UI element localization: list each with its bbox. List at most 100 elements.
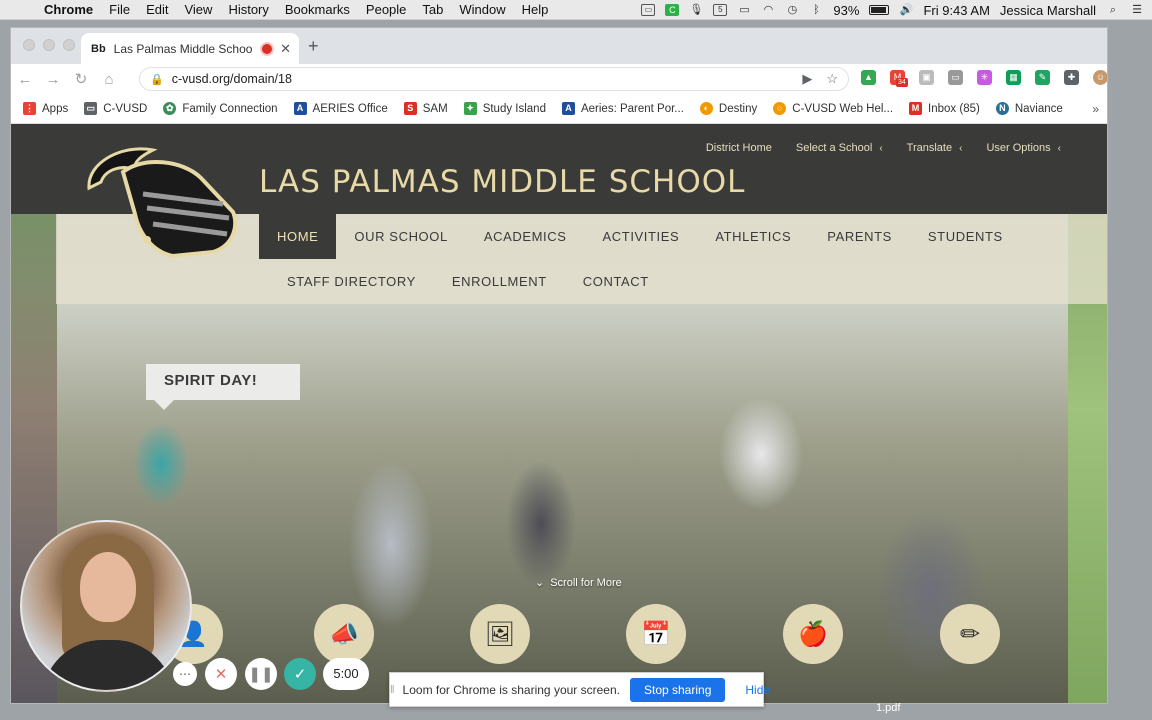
bookmark-study-island[interactable]: ✦ Study Island [463, 102, 546, 115]
school-title[interactable]: LAS PALMAS MIDDLE SCHOOL [259, 164, 745, 200]
menu-history[interactable]: History [220, 2, 276, 17]
main-nav-row-2: STAFF DIRECTORY ENROLLMENT CONTACT [269, 259, 667, 304]
bookmark-label: SAM [422, 102, 448, 115]
bookmark-sam[interactable]: S SAM [403, 102, 448, 115]
loom-camera-bubble[interactable] [20, 520, 192, 692]
menu-people[interactable]: People [358, 2, 414, 17]
bookmark-aeries-parent[interactable]: A Aeries: Parent Por... [561, 102, 684, 115]
cast-extension-icon[interactable]: ▭ [948, 70, 963, 85]
notification-center-icon[interactable]: ☰ [1130, 4, 1144, 16]
bookmark-inbox[interactable]: M Inbox (85) [909, 102, 980, 115]
extensions-puzzle-icon[interactable]: ✚ [1064, 70, 1079, 85]
district-home-link[interactable]: District Home [706, 142, 772, 154]
time-machine-icon[interactable]: ◷ [785, 4, 799, 16]
menu-window[interactable]: Window [451, 2, 513, 17]
nav-athletics[interactable]: ATHLETICS [697, 214, 809, 259]
calendar-quicklink-icon[interactable]: 📅 [626, 604, 686, 664]
wifi-icon[interactable]: ◠ [761, 4, 775, 16]
loom-extension-icon[interactable]: ✳ [977, 70, 992, 85]
nav-enrollment[interactable]: ENROLLMENT [434, 259, 565, 304]
microphone-icon[interactable]: 🎙 [689, 4, 703, 16]
gallery-quicklink-icon[interactable]: 🖼 [470, 604, 530, 664]
shield-5-icon[interactable]: 5 [713, 4, 728, 16]
web-help-icon: ○ [773, 102, 787, 115]
menu-clock[interactable]: Fri 9:43 AM [923, 3, 989, 18]
volume-icon[interactable]: 🔊 [899, 4, 914, 16]
loom-cancel-icon[interactable]: ✕ [205, 658, 237, 690]
bookmark-c-vusd[interactable]: ▭ C-VUSD [84, 102, 147, 115]
knight-helmet-logo[interactable] [83, 142, 241, 260]
menu-tab[interactable]: Tab [414, 2, 451, 17]
nav-contact[interactable]: CONTACT [565, 259, 667, 304]
menu-help[interactable]: Help [514, 2, 557, 17]
back-icon[interactable]: ← [11, 71, 39, 88]
drag-handle-icon[interactable]: ‖ [390, 684, 395, 696]
chevron-left-icon: ‹ [959, 143, 963, 154]
google-drive-icon[interactable]: ▲ [861, 70, 876, 85]
gmail-extension-icon[interactable]: M 34 [890, 70, 908, 87]
nav-academics[interactable]: ACADEMICS [466, 214, 585, 259]
announcements-megaphone-icon[interactable]: 📣 [314, 604, 374, 664]
scroll-for-more-button[interactable]: ⌄ Scroll for More [535, 576, 622, 590]
nav-home[interactable]: HOME [259, 214, 337, 259]
loom-finish-check-icon[interactable]: ✓ [284, 658, 316, 690]
bookmark-naviance[interactable]: N Naviance [995, 102, 1063, 115]
menu-app-name[interactable]: Chrome [36, 2, 101, 17]
bookmark-destiny[interactable]: ◐ Destiny [699, 102, 757, 115]
nav-students[interactable]: STUDENTS [910, 214, 1021, 259]
new-tab-button[interactable]: + [308, 36, 319, 57]
apple-staff-quicklink-icon[interactable]: 🍎 [783, 604, 843, 664]
close-tab-icon[interactable]: ✕ [280, 41, 291, 57]
nav-staff-directory[interactable]: STAFF DIRECTORY [269, 259, 434, 304]
nav-parents[interactable]: PARENTS [809, 214, 910, 259]
translate-menu[interactable]: Translate ‹ [907, 142, 963, 154]
classroom-extension-icon-2[interactable]: ✎ [1035, 70, 1050, 85]
close-window-icon[interactable] [23, 39, 35, 51]
bookmark-aeries-office[interactable]: A AERIES Office [293, 102, 388, 115]
bookmark-family-connection[interactable]: ✿ Family Connection [163, 102, 278, 115]
bookmark-star-icon[interactable]: ☆ [826, 71, 838, 87]
select-school-menu[interactable]: Select a School ‹ [796, 142, 883, 154]
menu-view[interactable]: View [176, 2, 220, 17]
bookmark-web-help[interactable]: ○ C-VUSD Web Hel... [773, 102, 893, 115]
bluetooth-icon[interactable]: ᛒ [809, 4, 823, 16]
battery-icon[interactable] [869, 5, 890, 15]
active-tab[interactable]: Bb Las Palmas Middle Schoo ✕ [81, 33, 299, 64]
nav-our-school[interactable]: OUR SCHOOL [336, 214, 465, 259]
loom-pause-icon[interactable]: ❚❚ [245, 658, 277, 690]
bookmarks-bar: ⋮ Apps ▭ C-VUSD ✿ Family Connection A AERIES… [11, 94, 1107, 124]
profile-avatar[interactable]: ☺ [1093, 70, 1107, 85]
nav-activities[interactable]: ACTIVITIES [585, 214, 698, 259]
home-icon[interactable]: ⌂ [95, 71, 123, 88]
bookmark-apps[interactable]: ⋮ Apps [23, 102, 68, 115]
camera-blocked-icon[interactable]: ▶ [802, 71, 812, 87]
user-options-menu[interactable]: User Options ‹ [986, 142, 1061, 154]
stop-sharing-button[interactable]: Stop sharing [629, 677, 726, 702]
classroom-extension-icon[interactable]: C [665, 4, 680, 16]
globe-icon: ✿ [163, 102, 177, 115]
pencil-quicklink-icon[interactable]: ✏ [940, 604, 1000, 664]
extensions-row: ▲ M34 ▣ ▭ ✳ ▦ ✎ ✚ ☺ ⋮ [861, 70, 1107, 87]
menu-bookmarks[interactable]: Bookmarks [277, 2, 358, 17]
reload-icon[interactable]: ↻ [67, 70, 95, 88]
gmail-badge: 34 [896, 78, 908, 87]
loom-more-options-icon[interactable]: ⋯ [173, 662, 197, 686]
scroll-for-more-label: Scroll for More [550, 576, 622, 589]
minimize-window-icon[interactable] [43, 39, 55, 51]
desktop-file-label[interactable]: 1.pdf [876, 702, 900, 714]
forward-icon[interactable]: → [39, 71, 67, 88]
address-url[interactable]: c-vusd.org/domain/18 [172, 72, 292, 86]
maximize-window-icon[interactable] [63, 39, 75, 51]
address-bar[interactable]: 🔒 c-vusd.org/domain/18 ▶ ☆ [139, 67, 849, 91]
display-icon[interactable]: ▭ [641, 4, 656, 16]
menu-edit[interactable]: Edit [138, 2, 176, 17]
spotlight-search-icon[interactable]: ⌕ [1106, 4, 1120, 16]
sheets-extension-icon[interactable]: ▦ [1006, 70, 1021, 85]
menu-file[interactable]: File [101, 2, 138, 17]
lock-icon[interactable]: 🔒 [150, 73, 164, 86]
hide-sharing-bar-link[interactable]: Hide [745, 683, 770, 697]
bookmarks-overflow-icon[interactable]: » [1092, 102, 1099, 116]
menu-user-name[interactable]: Jessica Marshall [1000, 3, 1096, 18]
airplay-icon[interactable]: ▭ [737, 4, 751, 16]
screenshot-extension-icon[interactable]: ▣ [919, 70, 934, 85]
